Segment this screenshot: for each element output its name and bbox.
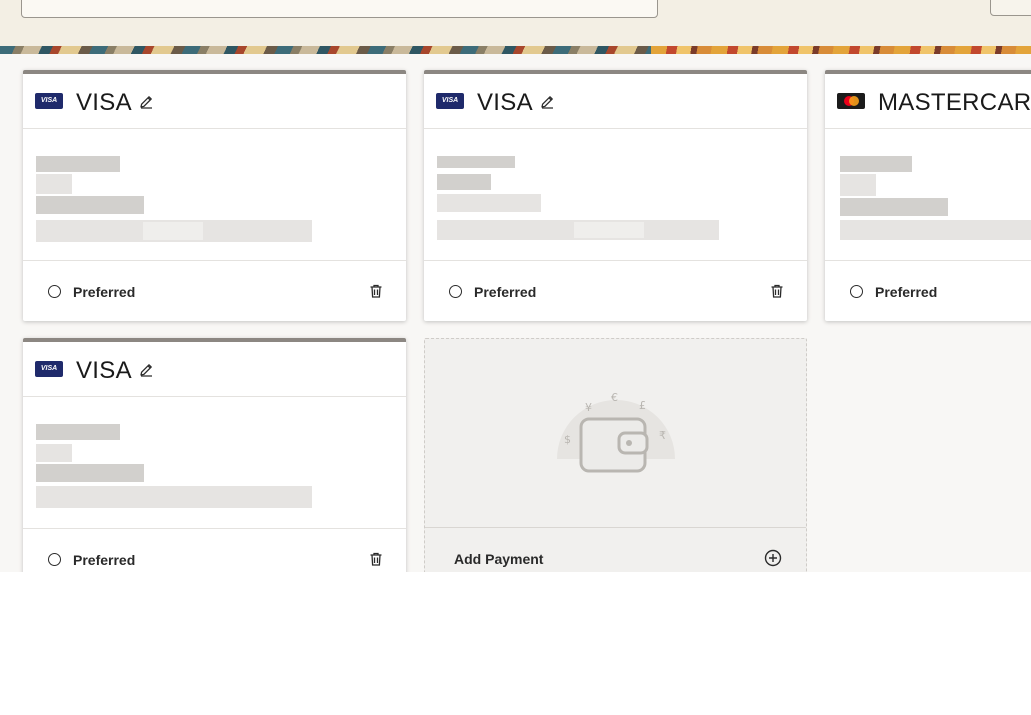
card-footer: Preferred — [424, 260, 807, 321]
card-brand-name: VISA — [76, 357, 132, 384]
pencil-icon[interactable] — [539, 94, 555, 110]
card-header: MASTERCARD — [825, 74, 1031, 129]
trash-icon[interactable] — [769, 283, 785, 299]
card-brand-name: MASTERCARD — [878, 89, 1031, 116]
visa-logo-icon: VISA — [35, 361, 63, 377]
preferred-radio[interactable] — [449, 285, 462, 298]
plus-circle-icon[interactable] — [764, 549, 782, 567]
preferred-label: Preferred — [875, 284, 938, 300]
payment-methods-viewport: VISA VISA Preferred VISA VISA Preferred … — [0, 0, 1031, 572]
card-header: VISA VISA — [23, 74, 406, 129]
mastercard-logo-icon — [837, 93, 865, 109]
payment-card: VISA VISA Preferred — [23, 70, 406, 321]
card-brand-name: VISA — [477, 89, 533, 116]
svg-text:₹: ₹ — [659, 429, 666, 442]
preferred-radio[interactable] — [48, 553, 61, 566]
header-bar — [0, 0, 1031, 46]
card-footer: Preferred — [825, 260, 1031, 321]
trash-icon[interactable] — [368, 283, 384, 299]
trash-icon[interactable] — [368, 551, 384, 567]
add-payment-footer: Add Payment — [425, 527, 806, 572]
preferred-label: Preferred — [73, 552, 136, 568]
card-brand-name: VISA — [76, 89, 132, 116]
card-header: VISA VISA — [23, 342, 406, 397]
payment-card: VISA VISA Preferred — [424, 70, 807, 321]
search-input[interactable] — [21, 0, 658, 18]
svg-text:¥: ¥ — [585, 401, 592, 414]
add-payment-card[interactable]: ¥ € £ $ ₹ Add Payment — [424, 338, 807, 572]
wallet-currency-icon: ¥ € £ $ ₹ — [557, 391, 675, 473]
card-header: VISA VISA — [424, 74, 807, 129]
pencil-icon[interactable] — [138, 362, 154, 378]
card-footer: Preferred — [23, 528, 406, 572]
svg-text:$: $ — [564, 433, 571, 446]
svg-text:€: € — [611, 391, 618, 404]
card-footer: Preferred — [23, 260, 406, 321]
add-payment-label[interactable]: Add Payment — [454, 551, 543, 567]
payment-card: MASTERCARD Preferred — [825, 70, 1031, 321]
payment-card: VISA VISA Preferred — [23, 338, 406, 572]
decorative-banner-right — [651, 46, 1031, 54]
visa-logo-icon: VISA — [436, 93, 464, 109]
visa-logo-icon: VISA — [35, 93, 63, 109]
preferred-radio[interactable] — [48, 285, 61, 298]
preferred-label: Preferred — [474, 284, 537, 300]
header-button[interactable] — [990, 0, 1031, 16]
pencil-icon[interactable] — [138, 94, 154, 110]
preferred-radio[interactable] — [850, 285, 863, 298]
preferred-label: Preferred — [73, 284, 136, 300]
svg-text:£: £ — [639, 399, 646, 412]
